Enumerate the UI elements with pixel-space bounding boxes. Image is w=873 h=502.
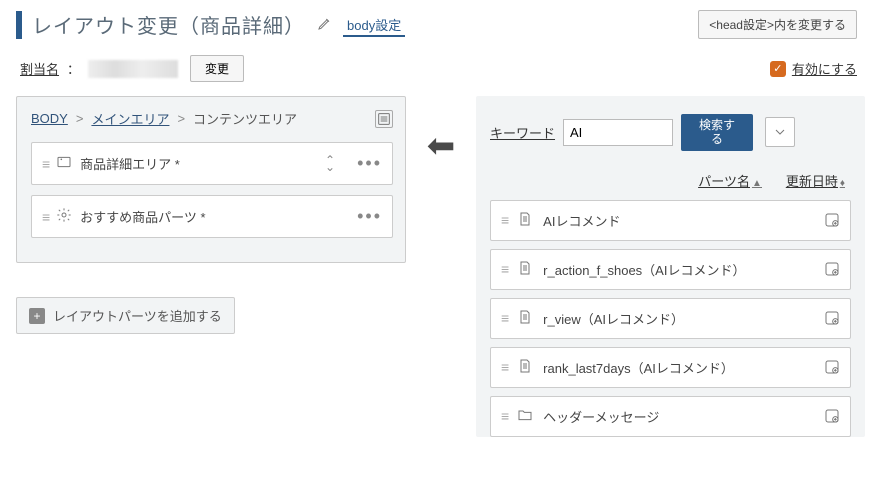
area-icon (56, 154, 72, 173)
part-label: r_action_f_shoes（AIレコメンド） (543, 260, 745, 279)
right-panel: キーワード 検索する パーツ名▲ 更新日時♦ ≡ AIレコメンド (476, 96, 865, 437)
layout-item[interactable]: ≡ おすすめ商品パーツ * ••• (31, 195, 393, 238)
breadcrumb-sep: > (177, 111, 185, 126)
drag-handle-icon[interactable]: ≡ (501, 408, 507, 424)
more-icon[interactable]: ••• (357, 206, 382, 227)
search-button[interactable]: 検索する (681, 114, 753, 151)
add-to-layout-icon[interactable] (824, 261, 840, 277)
document-icon (517, 211, 533, 230)
colon: ： (67, 59, 80, 78)
tabs: body設定 (343, 15, 405, 34)
tab-body[interactable]: body設定 (343, 16, 405, 37)
sort-updated[interactable]: 更新日時♦ (786, 171, 845, 190)
pencil-icon[interactable] (317, 15, 333, 34)
drag-handle-icon[interactable]: ≡ (501, 261, 507, 277)
drag-handle-icon[interactable]: ≡ (501, 359, 507, 375)
layout-item-label: 商品詳細エリア * (80, 154, 180, 173)
layout-item[interactable]: ≡ 商品詳細エリア * ⌃⌄ ••• (31, 142, 393, 185)
enable-label: 有効にする (792, 59, 857, 78)
add-layout-part-label: レイアウトパーツを追加する (53, 306, 222, 325)
add-to-layout-icon[interactable] (824, 408, 840, 424)
assign-value-redacted (88, 60, 178, 78)
breadcrumb-card: BODY > メインエリア > コンテンツエリア ≡ 商品詳細エリア * ⌃⌄ … (16, 96, 406, 263)
assign-label: 割当名 (20, 59, 59, 78)
part-item[interactable]: ≡ r_action_f_shoes（AIレコメンド） (490, 249, 851, 290)
parts-list: ≡ AIレコメンド ≡ r_action_f_shoes（AIレコメンド） (490, 200, 851, 437)
part-item[interactable]: ≡ ヘッダーメッセージ (490, 396, 851, 437)
drag-handle-icon[interactable]: ≡ (501, 212, 507, 228)
breadcrumb-sep: > (76, 111, 84, 126)
folder-icon (517, 407, 533, 426)
add-to-layout-icon[interactable] (824, 359, 840, 375)
more-icon[interactable]: ••• (357, 153, 382, 174)
part-label: rank_last7days（AIレコメンド） (543, 358, 734, 377)
sort-headers: パーツ名▲ 更新日時♦ (490, 171, 851, 190)
part-item[interactable]: ≡ AIレコメンド (490, 200, 851, 241)
document-icon (517, 358, 533, 377)
checkbox-checked-icon[interactable]: ✓ (770, 61, 786, 77)
add-to-layout-icon[interactable] (824, 310, 840, 326)
page-title: レイアウト変更（商品詳細） (32, 10, 305, 39)
head-settings-button[interactable]: <head設定>内を変更する (698, 10, 857, 39)
change-button[interactable]: 変更 (190, 55, 244, 82)
arrow-column: ⬅ (406, 96, 476, 437)
drag-handle-icon[interactable]: ≡ (42, 209, 48, 225)
part-label: AIレコメンド (543, 211, 620, 230)
plus-icon: + (29, 308, 45, 324)
chevron-down-icon[interactable] (765, 117, 795, 147)
search-label: キーワード (490, 123, 555, 142)
document-icon (517, 260, 533, 279)
breadcrumb: BODY > メインエリア > コンテンツエリア (31, 109, 393, 128)
gear-icon (56, 207, 72, 226)
main-area: BODY > メインエリア > コンテンツエリア ≡ 商品詳細エリア * ⌃⌄ … (0, 96, 873, 437)
assign-row: 割当名 ： 変更 ✓ 有効にする (0, 47, 873, 96)
sort-arrows-icon[interactable]: ⌃⌄ (325, 157, 335, 171)
add-layout-part-button[interactable]: + レイアウトパーツを追加する (16, 297, 235, 334)
layout-item-label: おすすめ商品パーツ * (80, 207, 205, 226)
sort-parts-name[interactable]: パーツ名▲ (698, 171, 762, 190)
drag-handle-icon[interactable]: ≡ (42, 156, 48, 172)
part-item[interactable]: ≡ r_view（AIレコメンド） (490, 298, 851, 339)
header-accent-bar (16, 11, 22, 39)
add-to-layout-icon[interactable] (824, 212, 840, 228)
enable-toggle[interactable]: ✓ 有効にする (770, 59, 857, 78)
part-label: r_view（AIレコメンド） (543, 309, 684, 328)
left-column: BODY > メインエリア > コンテンツエリア ≡ 商品詳細エリア * ⌃⌄ … (8, 96, 406, 437)
part-label: ヘッダーメッセージ (543, 407, 659, 426)
part-item[interactable]: ≡ rank_last7days（AIレコメンド） (490, 347, 851, 388)
search-input[interactable] (563, 119, 673, 146)
breadcrumb-current: コンテンツエリア (193, 109, 297, 128)
page-header: レイアウト変更（商品詳細） body設定 <head設定>内を変更する (0, 0, 873, 47)
arrow-left-icon: ⬅ (427, 126, 456, 166)
drag-handle-icon[interactable]: ≡ (501, 310, 507, 326)
breadcrumb-body[interactable]: BODY (31, 111, 68, 126)
document-icon (517, 309, 533, 328)
search-row: キーワード 検索する (490, 114, 851, 151)
breadcrumb-main-area[interactable]: メインエリア (91, 109, 169, 128)
list-icon[interactable] (375, 110, 393, 128)
